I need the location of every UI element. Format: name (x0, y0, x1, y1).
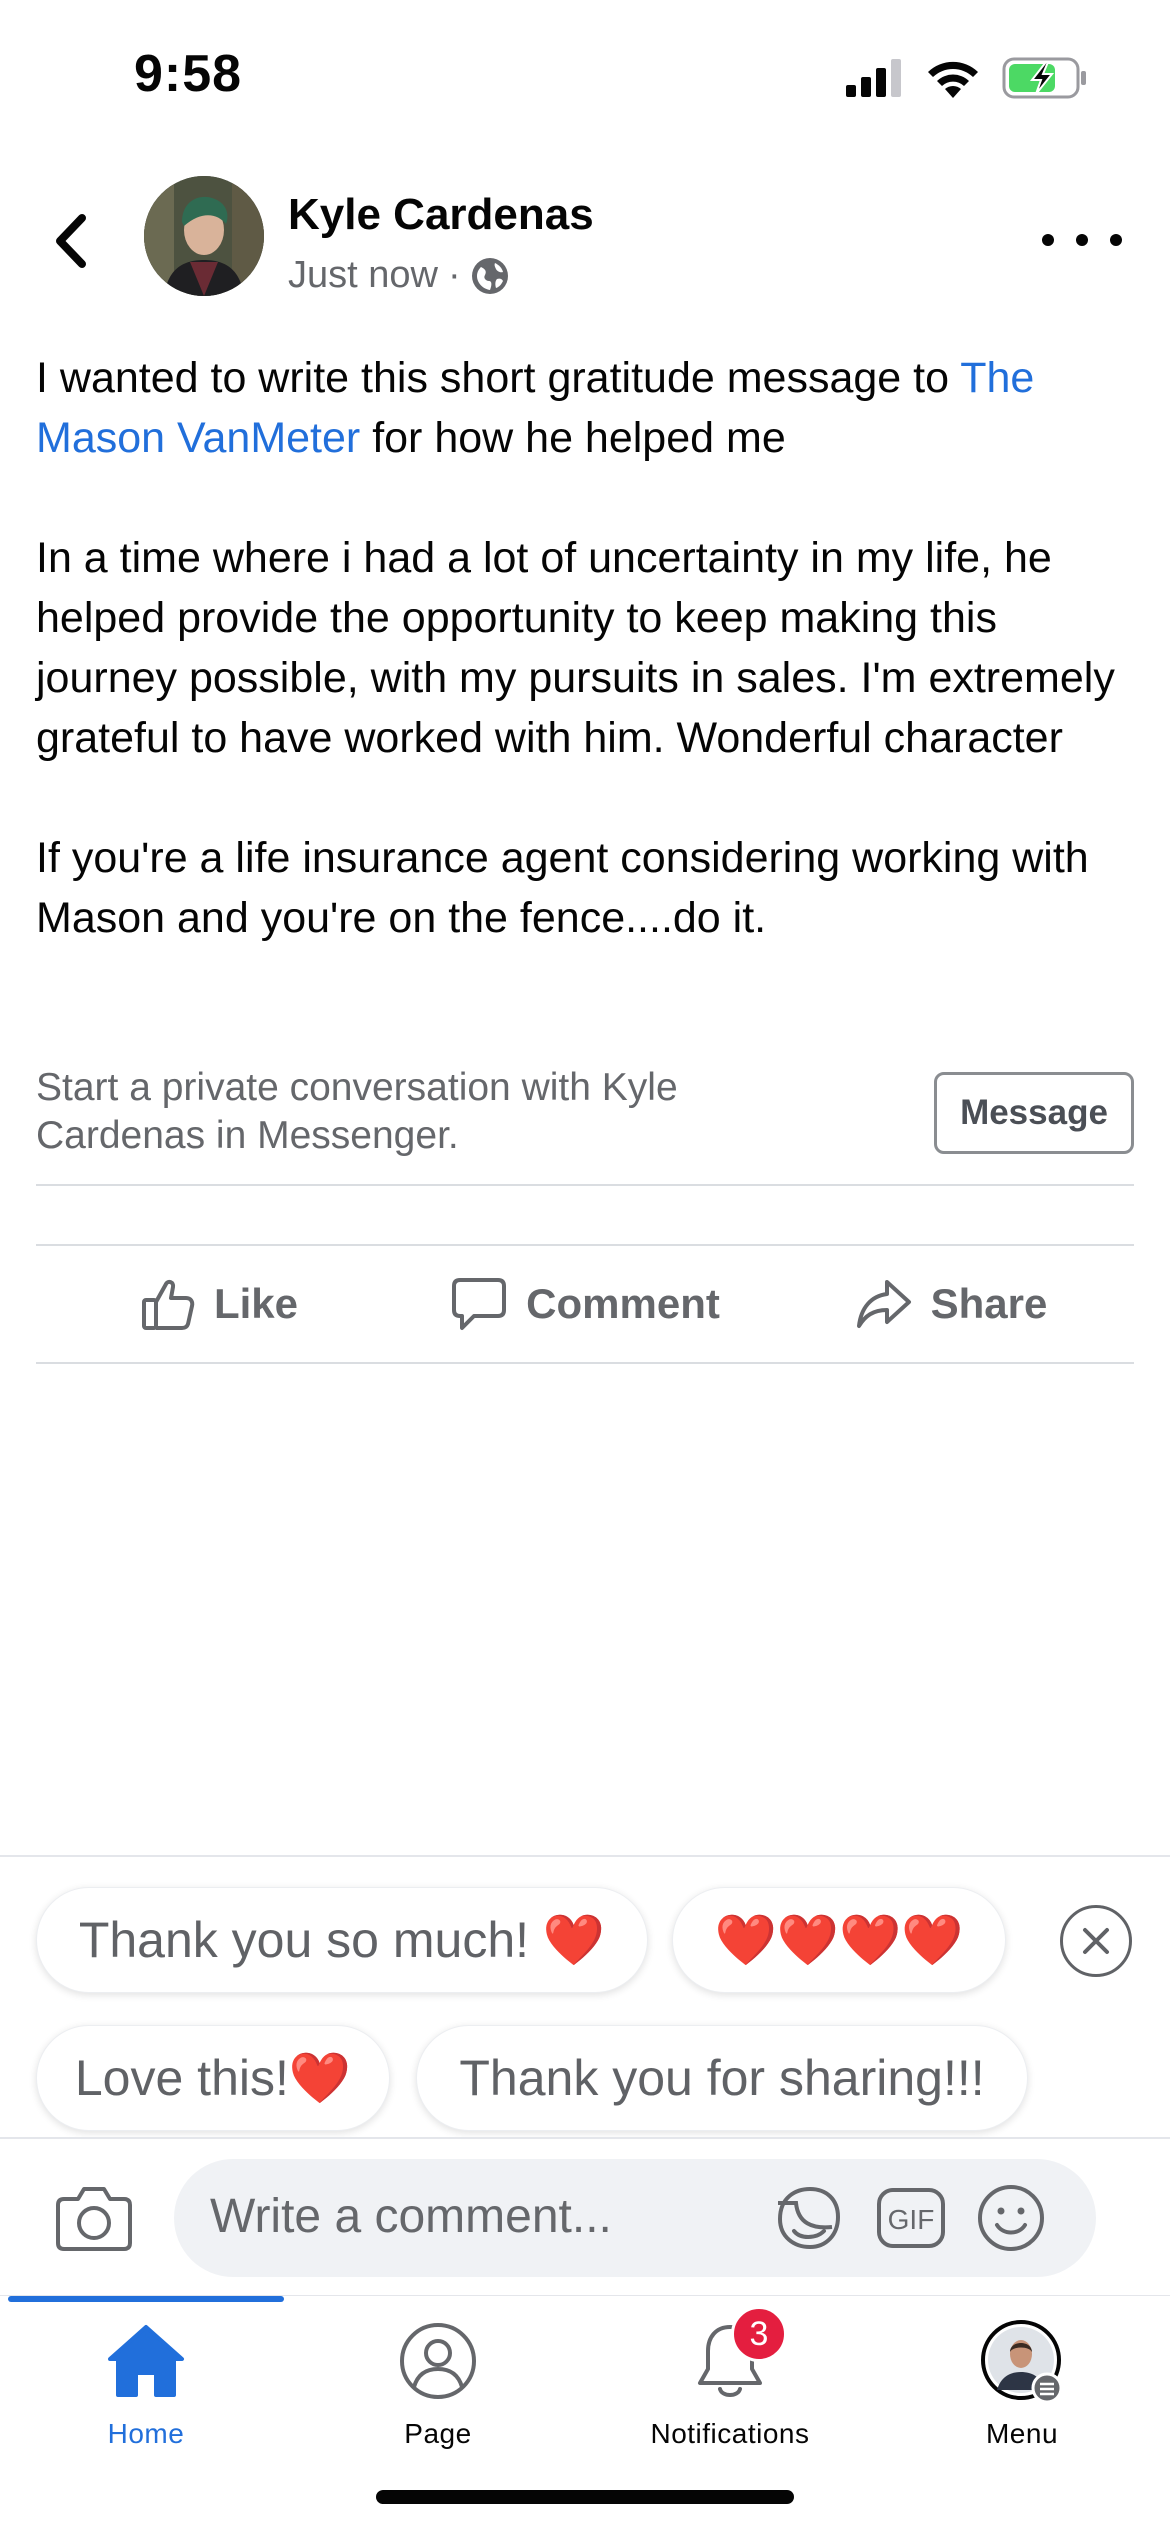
gif-label: GIF (888, 2204, 935, 2235)
person-photo-icon (144, 176, 264, 296)
tab-home[interactable]: Home (0, 2318, 292, 2468)
messenger-prompt: Start a private conversation with Kyle C… (36, 1064, 1134, 1186)
message-button[interactable]: Message (934, 1072, 1134, 1154)
camera-icon (56, 2187, 132, 2251)
smiley-icon (978, 2185, 1044, 2251)
more-dot-icon (1076, 234, 1088, 246)
tab-page[interactable]: Page (292, 2318, 584, 2468)
wifi-icon (928, 61, 978, 98)
thumbs-up-icon (141, 1279, 195, 1330)
post-body: I wanted to write this short gratitude m… (36, 348, 1136, 948)
post-timestamp[interactable]: Just now (288, 254, 438, 297)
comment-label: Comment (526, 1280, 720, 1327)
post-meta: Just now · (288, 254, 509, 297)
quick-reply-chip[interactable]: ❤️❤️❤️❤️ (672, 1887, 1006, 1993)
avatar-sticker-button[interactable] (772, 2181, 846, 2255)
meta-separator: · (447, 254, 461, 296)
post-action-bar: Like Comment Share (36, 1244, 1134, 1364)
close-icon (1083, 1928, 1109, 1954)
emoji-button[interactable] (974, 2181, 1048, 2255)
quick-reply-chip[interactable]: Love this!❤️ (36, 2025, 390, 2131)
comment-placeholder: Write a comment... (210, 2190, 612, 2243)
author-avatar[interactable] (144, 176, 264, 296)
comment-input[interactable]: Write a comment... GIF (174, 2159, 1096, 2277)
post-paragraph-1: I wanted to write this short gratitude m… (36, 354, 1035, 462)
home-indicator[interactable] (376, 2490, 794, 2504)
like-button[interactable]: Like (36, 1246, 402, 1362)
quick-reply-suggestions: Thank you so much! ❤️ ❤️❤️❤️❤️ Love this… (0, 1855, 1170, 2137)
active-tab-indicator (8, 2296, 284, 2302)
tab-notifications-label: Notifications (650, 2418, 810, 2449)
post-paragraph-2: In a time where i had a lot of uncertain… (36, 534, 1115, 762)
avatar-sticker-icon (777, 2186, 841, 2250)
messenger-prompt-text: Start a private conversation with Kyle C… (36, 1066, 678, 1157)
chevron-left-icon (56, 214, 86, 268)
signal-icon (846, 59, 901, 97)
share-button[interactable]: Share (768, 1246, 1134, 1362)
tab-menu-label: Menu (985, 2418, 1059, 2449)
gif-icon: GIF (877, 2188, 945, 2248)
status-time: 9:58 (134, 45, 243, 103)
camera-button[interactable] (56, 2185, 132, 2251)
back-button[interactable] (40, 206, 100, 276)
more-dot-icon (1110, 234, 1122, 246)
comment-button[interactable]: Comment (402, 1246, 768, 1362)
share-label: Share (930, 1280, 1048, 1327)
globe-icon (471, 257, 508, 294)
close-suggestions-button[interactable] (1060, 1905, 1132, 1977)
tab-home-label: Home (107, 2418, 185, 2449)
quick-reply-chip[interactable]: Thank you for sharing!!! (416, 2025, 1028, 2131)
notification-badge: 3 (731, 2306, 787, 2362)
more-options-button[interactable] (1042, 220, 1122, 260)
tab-notifications[interactable]: 3 Notifications (584, 2306, 876, 2468)
post-header: Kyle Cardenas Just now · (0, 170, 1170, 310)
battery-charging-icon (1002, 57, 1086, 99)
comment-composer: Write a comment... GIF (0, 2137, 1170, 2295)
status-icons (846, 56, 1088, 100)
gif-button[interactable]: GIF (874, 2181, 948, 2255)
post-paragraph-3: If you're a life insurance agent conside… (36, 834, 1089, 942)
share-arrow-icon (856, 1280, 911, 1328)
tab-menu[interactable]: Menu (876, 2318, 1168, 2468)
menu-avatar-icon (979, 2318, 1065, 2404)
comment-bubble-icon (452, 1278, 507, 1330)
more-dot-icon (1042, 234, 1054, 246)
quick-reply-chip[interactable]: Thank you so much! ❤️ (36, 1887, 648, 1993)
home-icon (103, 2318, 189, 2404)
author-name[interactable]: Kyle Cardenas (288, 190, 594, 240)
status-bar: 9:58 (0, 0, 1170, 150)
page-profile-icon (395, 2318, 481, 2404)
bell-icon: 3 (687, 2306, 787, 2404)
like-label: Like (213, 1280, 299, 1327)
tab-page-label: Page (404, 2418, 472, 2449)
